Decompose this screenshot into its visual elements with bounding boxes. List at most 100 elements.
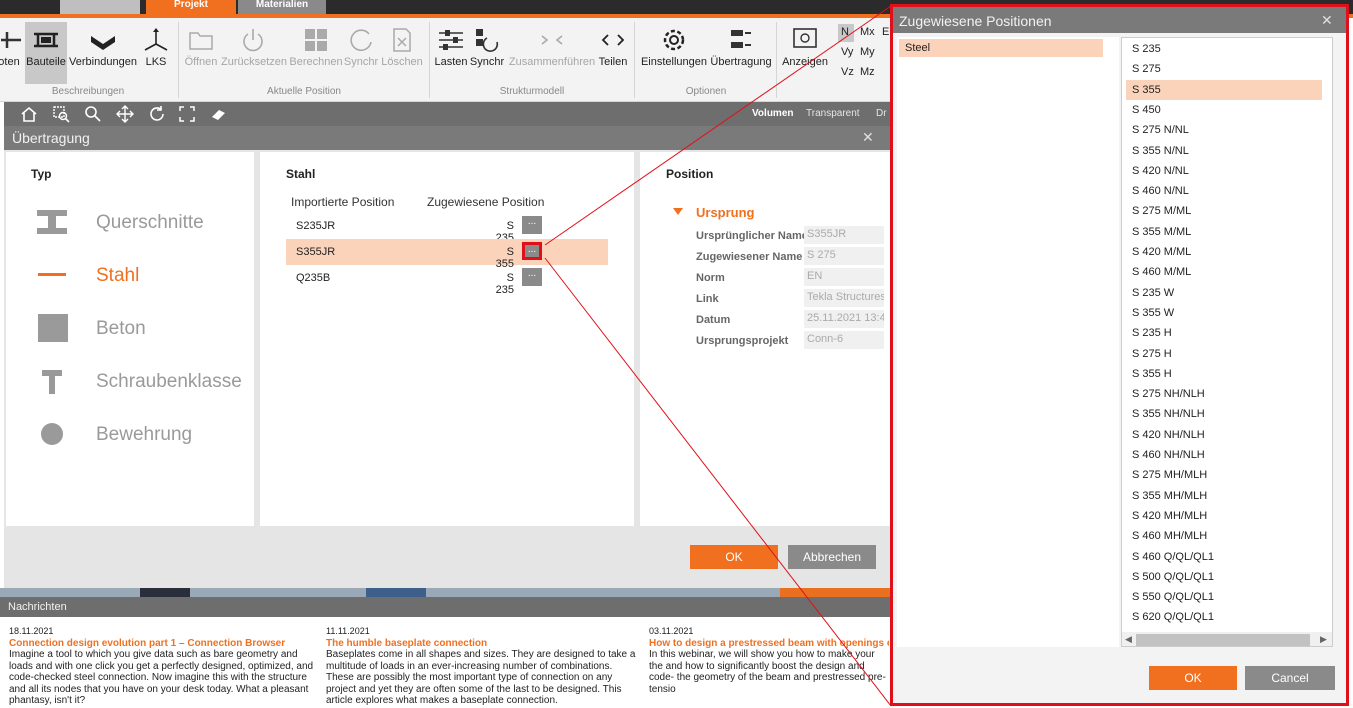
list-item[interactable]: S 235 [1126, 39, 1322, 59]
list-item[interactable]: S 355 H [1126, 364, 1322, 384]
typ-item-schraubenklasse[interactable]: Schraubenklasse [32, 361, 252, 401]
horizontal-scrollbar[interactable]: ◀ ▶ [1122, 632, 1332, 646]
list-item[interactable]: S 355 NH/NLH [1126, 404, 1322, 424]
view-transparent[interactable]: Transparent [806, 108, 860, 119]
force-n[interactable]: N [841, 26, 849, 38]
list-item[interactable]: S 275 [1126, 59, 1322, 79]
list-item[interactable]: S 460 M/ML [1126, 262, 1322, 282]
scroll-right-icon[interactable]: ▶ [1320, 634, 1327, 645]
list-item[interactable]: S 235 W [1126, 283, 1322, 303]
collapse-triangle-icon[interactable] [673, 208, 683, 215]
list-item[interactable]: S 500 Q/QL/QL1 [1126, 567, 1322, 587]
list-item[interactable]: S 550 Q/QL/QL1 [1126, 587, 1322, 607]
ok-button[interactable]: OK [1149, 666, 1237, 690]
lks-button[interactable]: LKS [140, 22, 172, 84]
list-item[interactable]: S 355 N/NL [1126, 141, 1322, 161]
list-item[interactable]: S 275 N/NL [1126, 120, 1322, 140]
scroll-left-icon[interactable]: ◀ [1125, 634, 1132, 645]
choose-position-button[interactable]: ... [522, 216, 542, 234]
news-link[interactable]: How to design a prestressed beam with op… [649, 638, 889, 650]
fit-view-icon[interactable] [178, 105, 196, 123]
news-item[interactable]: 11.11.2021 The humble baseplate connecti… [326, 626, 638, 707]
list-item[interactable]: S 355 M/ML [1126, 222, 1322, 242]
force-my[interactable]: My [860, 46, 875, 58]
list-item-selected[interactable]: S 355 [1126, 79, 1322, 100]
typ-item-beton[interactable]: Beton [32, 308, 252, 348]
list-item[interactable]: S 235 H [1126, 323, 1322, 343]
list-item[interactable]: S 275 NH/NLH [1126, 384, 1322, 404]
view-volumen[interactable]: Volumen [752, 108, 793, 119]
table-row[interactable]: Q235B S 235 ... [286, 265, 608, 296]
force-e[interactable]: E [882, 26, 889, 38]
eraser-icon[interactable] [210, 105, 228, 123]
list-item[interactable]: S 420 M/ML [1126, 242, 1322, 262]
force-mz[interactable]: Mz [860, 66, 875, 78]
list-item[interactable]: S 620 Q/QL/QL1 [1126, 607, 1322, 627]
list-item[interactable]: S 460 Q/QL/QL1 [1126, 547, 1322, 567]
list-item[interactable]: S 460 NH/NLH [1126, 445, 1322, 465]
list-item[interactable]: S 460 N/NL [1126, 181, 1322, 201]
cancel-button[interactable]: Cancel [1245, 666, 1335, 690]
lasten-button[interactable]: Lasten [434, 22, 468, 84]
oeffnen-button[interactable]: Öffnen [182, 22, 220, 84]
choose-position-button[interactable]: ... [522, 242, 542, 260]
news-item[interactable]: 18.11.2021 Connection design evolution p… [9, 626, 315, 707]
rotate-icon[interactable] [148, 105, 166, 123]
zoom-window-icon[interactable] [52, 105, 70, 123]
list-item[interactable]: S 275 M/ML [1126, 201, 1322, 221]
teilen-button[interactable]: Teilen [597, 22, 629, 84]
table-row-selected[interactable]: S355JR S 355 ... [286, 239, 608, 270]
close-icon[interactable]: ✕ [862, 129, 874, 146]
abbrechen-button[interactable]: Abbrechen [788, 545, 876, 569]
view-draht[interactable]: Dr [876, 108, 887, 119]
table-row[interactable]: S235JR S 235 ... [286, 213, 608, 244]
synchr-disabled-button[interactable]: Synchr [343, 22, 379, 84]
scrollbar-thumb[interactable] [1136, 634, 1310, 646]
news-link[interactable]: The humble baseplate connection [326, 638, 638, 650]
zusammenfuehren-button[interactable]: Zusammenführen [507, 22, 597, 84]
zuruecksetzen-button[interactable]: Zurücksetzen [221, 22, 287, 84]
tab-materialien[interactable]: Materialien [238, 0, 326, 14]
typ-item-querschnitte[interactable]: Querschnitte [32, 202, 252, 242]
einstellungen-button[interactable]: Einstellungen [640, 22, 708, 84]
typ-item-stahl[interactable]: Stahl [32, 255, 252, 295]
bauteile-button[interactable]: Bauteile [25, 22, 67, 84]
force-mx[interactable]: Mx [860, 26, 875, 38]
vertical-scrollbar[interactable]: ▲ ▼ [1332, 38, 1333, 632]
uebertragung-button[interactable]: Übertragung [709, 22, 773, 84]
home-icon[interactable] [20, 105, 38, 123]
synchr-button[interactable]: Synchr [469, 22, 505, 84]
typ-item-bewehrung[interactable]: Bewehrung [32, 414, 252, 454]
choose-position-button[interactable]: ... [522, 268, 542, 286]
force-vy[interactable]: Vy [841, 46, 853, 58]
zoom-icon[interactable] [84, 105, 102, 123]
force-vz[interactable]: Vz [841, 66, 854, 78]
loeschen-button[interactable]: Löschen [381, 22, 423, 84]
list-item[interactable]: S 275 H [1126, 344, 1322, 364]
section-ursprung[interactable]: Ursprung [696, 205, 755, 220]
list-item[interactable]: S 355 W [1126, 303, 1322, 323]
news-link[interactable]: Connection design evolution part 1 – Con… [9, 638, 315, 650]
news-item[interactable]: 03.11.2021 How to design a prestressed b… [649, 626, 889, 695]
tab-projekt[interactable]: Projekt [146, 0, 236, 14]
tab-hidden[interactable] [60, 0, 140, 14]
list-item[interactable]: S 450 [1126, 100, 1322, 120]
list-item[interactable]: S 420 N/NL [1126, 161, 1322, 181]
category-item-steel[interactable]: Steel [899, 39, 1103, 57]
field-ursprungsprojekt: Ursprungsprojekt Conn-6 [696, 331, 896, 351]
list-item[interactable]: S 275 MH/MLH [1126, 465, 1322, 485]
knoten-button[interactable]: oten [0, 22, 24, 84]
verbindungen-button[interactable]: Verbindungen [69, 22, 137, 84]
pan-icon[interactable] [116, 105, 134, 123]
list-item[interactable]: S 420 NH/NLH [1126, 425, 1322, 445]
gear-icon [663, 29, 685, 51]
ok-button[interactable]: OK [690, 545, 778, 569]
anzeigen-button[interactable]: Anzeigen [782, 22, 828, 84]
coordinate-system-icon [144, 28, 168, 51]
close-icon[interactable]: ✕ [1321, 12, 1333, 29]
list-item[interactable]: S 355 MH/MLH [1126, 486, 1322, 506]
list-item[interactable]: S 460 MH/MLH [1126, 526, 1322, 546]
list-item[interactable]: S 420 MH/MLH [1126, 506, 1322, 526]
berechnen-button[interactable]: Berechnen [288, 22, 344, 84]
position-list[interactable]: S 235 S 275 S 355 S 450 S 275 N/NL S 355 N/NL… [1121, 37, 1333, 647]
